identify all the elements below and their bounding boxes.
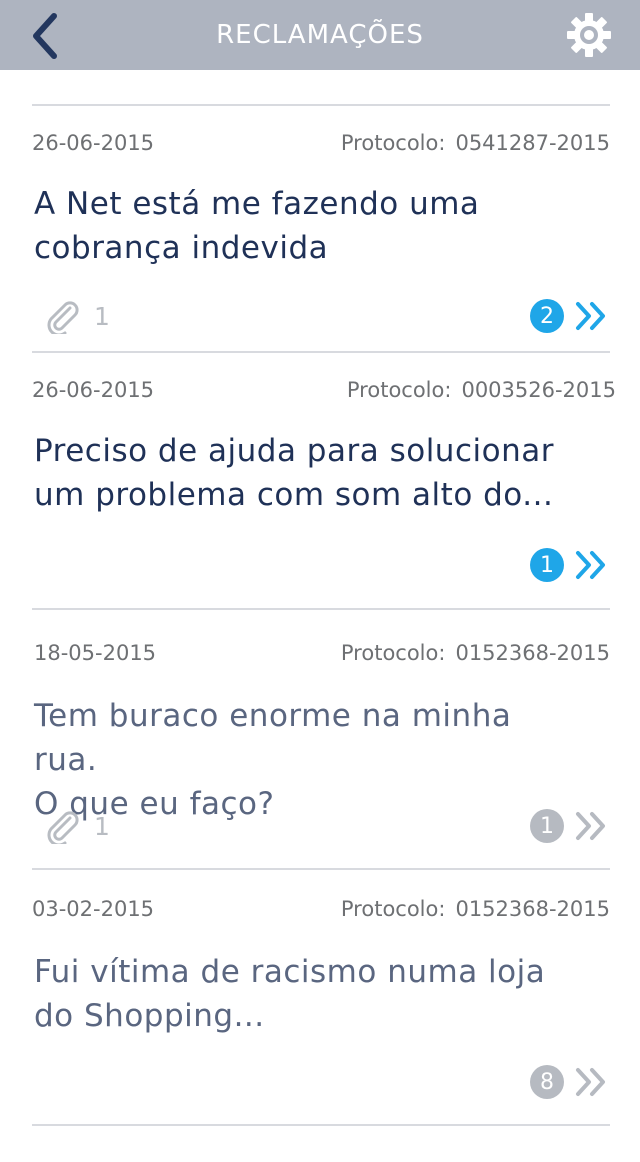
complaint-protocol: Protocolo: 0152368-2015 [340,897,610,921]
complaint-footer: 1 2 [32,296,610,336]
complaint-meta: 26-06-2015 Protocolo: 0003526-2015 [32,375,616,405]
complaint-footer: 1 1 [32,806,610,846]
complaint-actions: 8 [530,1065,610,1099]
attachments: 1 [44,808,110,844]
double-chevron-right-icon[interactable] [574,810,610,842]
complaint-date: 26-06-2015 [32,131,155,155]
complaints-list: 26-06-2015 Protocolo: 0541287-2015 A Net… [32,104,616,1126]
complaint-protocol: Protocolo: 0541287-2015 [340,131,610,155]
attachment-count: 1 [94,301,110,331]
message-count-badge: 1 [530,809,564,843]
attachment-count: 1 [94,811,110,841]
complaint-date: 26-06-2015 [32,378,155,402]
complaint-date: 18-05-2015 [34,641,157,665]
complaint-item[interactable]: 18-05-2015 Protocolo: 0152368-2015 Tem b… [32,610,610,868]
complaint-item[interactable]: 26-06-2015 Protocolo: 0003526-2015 Preci… [32,353,616,608]
top-bar: RECLAMAÇÕES [0,0,640,70]
complaint-title: Preciso de ajuda para solucionar um prob… [34,433,554,513]
complaint-actions: 1 [530,548,610,582]
complaint-footer: 1 [32,545,610,585]
complaint-title: A Net está me fazendo uma cobrança indev… [34,186,480,266]
double-chevron-right-icon[interactable] [574,300,610,332]
complaint-actions: 2 [530,299,610,333]
attachments: 1 [44,298,110,334]
complaint-meta: 03-02-2015 Protocolo: 0152368-2015 [32,894,610,924]
chevron-left-icon [33,13,57,59]
complaint-date: 03-02-2015 [32,897,155,921]
gear-icon [567,13,611,57]
page-title: RECLAMAÇÕES [216,20,424,50]
complaint-protocol: Protocolo: 0152368-2015 [340,641,610,665]
complaint-meta: 26-06-2015 Protocolo: 0541287-2015 [32,128,610,158]
complaint-actions: 1 [530,809,610,843]
message-count-badge: 1 [530,548,564,582]
message-count-badge: 2 [530,299,564,333]
paperclip-icon [47,301,79,334]
complaint-meta: 18-05-2015 Protocolo: 0152368-2015 [32,638,610,668]
divider [32,1124,610,1126]
message-count-badge: 8 [530,1065,564,1099]
back-button[interactable] [26,12,68,60]
complaint-footer: 8 [32,1062,610,1102]
complaint-item[interactable]: 26-06-2015 Protocolo: 0541287-2015 A Net… [32,106,610,351]
complaint-title: Fui vítima de racismo numa loja do Shopp… [34,954,546,1034]
double-chevron-right-icon[interactable] [574,549,610,581]
double-chevron-right-icon[interactable] [574,1066,610,1098]
paperclip-icon [47,811,79,844]
complaint-item[interactable]: 03-02-2015 Protocolo: 0152368-2015 Fui v… [32,870,610,1124]
settings-button[interactable] [566,12,612,58]
complaint-protocol: Protocolo: 0003526-2015 [346,378,616,402]
